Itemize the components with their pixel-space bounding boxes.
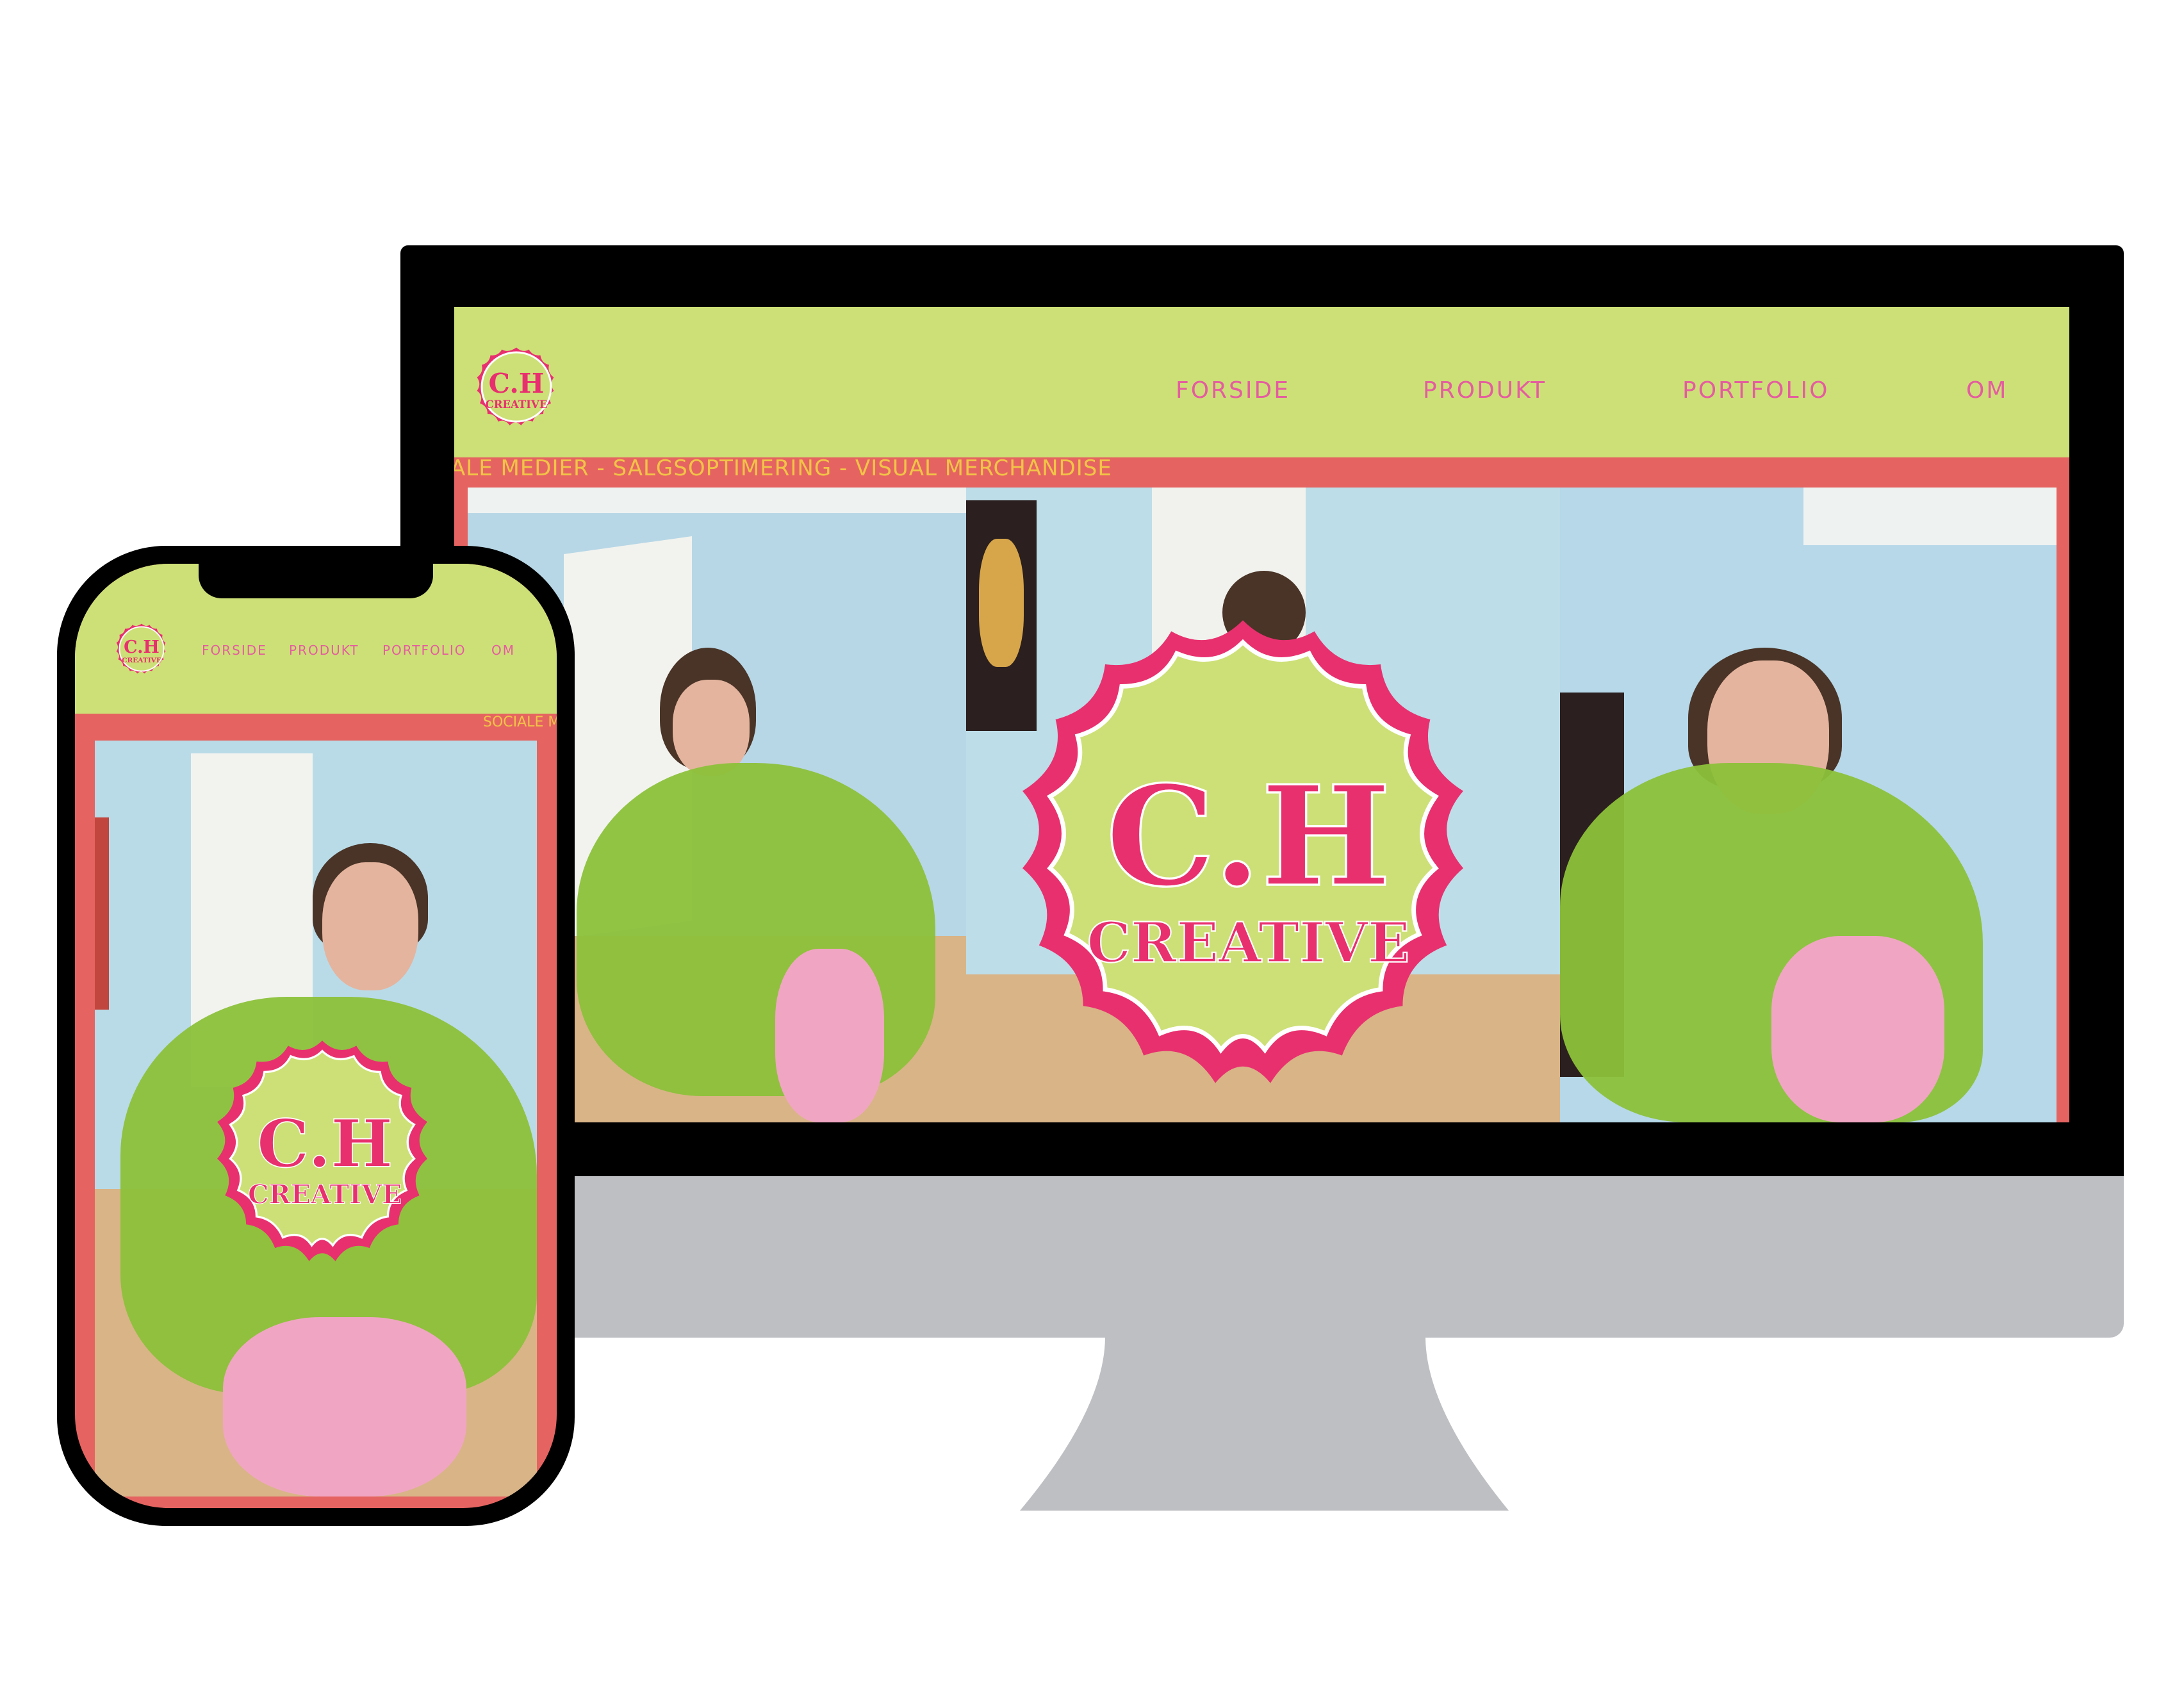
svg-text:CREATIVE: CREATIVE — [1087, 910, 1410, 975]
desktop-monitor-chin — [400, 1176, 2124, 1338]
mobile-services-ticker: SOCIALE M — [483, 714, 557, 730]
svg-text:C.H: C.H — [1106, 755, 1391, 917]
hero-photo-strip: C.H CREATIVE — [468, 488, 2057, 1122]
nav-portfolio[interactable]: PORTFOLIO — [1682, 377, 1829, 404]
desktop-header: C.H CREATIVE FORSIDE PRODUKT PORTFOLIO O… — [454, 307, 2069, 457]
services-ticker: ALE MEDIER - SALGSOPTIMERING - VISUAL ME… — [454, 455, 1112, 481]
mobile-nav-om[interactable]: OM — [491, 643, 515, 658]
mobile-hero-logo-badge: C.H CREATIVE — [217, 1040, 427, 1261]
nav-om[interactable]: OM — [1966, 377, 2008, 404]
nav-produkt[interactable]: PRODUKT — [1423, 377, 1547, 404]
svg-text:CREATIVE: CREATIVE — [486, 398, 548, 411]
hero-photo-3 — [1560, 488, 2057, 1122]
ch-creative-logo[interactable]: C.H CREATIVE — [111, 618, 172, 680]
ch-creative-logo[interactable]: C.H CREATIVE — [468, 339, 564, 435]
nav-forside[interactable]: FORSIDE — [1176, 377, 1290, 404]
svg-text:C.H: C.H — [257, 1106, 393, 1183]
svg-text:CREATIVE: CREATIVE — [122, 657, 161, 664]
mobile-nav-portfolio[interactable]: PORTFOLIO — [382, 643, 466, 658]
svg-text:C.H: C.H — [124, 637, 160, 657]
hero-logo-badge: C.H CREATIVE — [1022, 620, 1463, 1083]
svg-text:C.H: C.H — [489, 368, 545, 399]
mobile-hero-photo: C.H CREATIVE — [95, 741, 537, 1496]
mobile-nav-produkt[interactable]: PRODUKT — [289, 643, 359, 658]
desktop-website-screen: C.H CREATIVE FORSIDE PRODUKT PORTFOLIO O… — [454, 307, 2069, 1122]
phone-notch — [199, 561, 433, 598]
mobile-website-screen: C.H CREATIVE FORSIDE PRODUKT PORTFOLIO O… — [75, 564, 557, 1508]
mobile-nav-forside[interactable]: FORSIDE — [202, 643, 267, 658]
svg-text:CREATIVE: CREATIVE — [248, 1179, 402, 1210]
